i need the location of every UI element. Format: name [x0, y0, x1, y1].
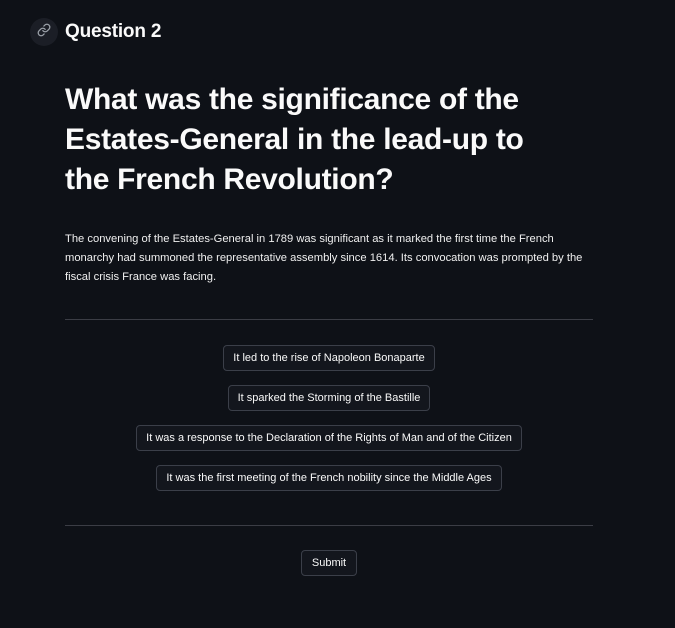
link-icon: [37, 23, 51, 42]
answer-option-button[interactable]: It led to the rise of Napoleon Bonaparte: [223, 345, 435, 371]
question-content: What was the significance of the Estates…: [65, 80, 593, 287]
submit-button[interactable]: Submit: [300, 550, 358, 576]
question-context: The convening of the Estates-General in …: [65, 233, 583, 283]
submit-container: Submit: [65, 550, 593, 576]
answer-option-button[interactable]: It sparked the Storming of the Bastille: [227, 385, 431, 411]
question-header: Question 2: [30, 17, 161, 47]
bottom-divider: [65, 525, 593, 526]
quiz-page: Question 2 What was the significance of …: [0, 0, 675, 628]
anchor-link-button[interactable]: [30, 18, 58, 46]
question-text: What was the significance of the Estates…: [65, 83, 524, 196]
top-divider: [65, 319, 593, 320]
answer-options: It led to the rise of Napoleon Bonaparte…: [65, 345, 593, 491]
answer-option-button[interactable]: It was the first meeting of the French n…: [156, 465, 502, 491]
question-number-title: Question 2: [65, 21, 162, 42]
answer-option-button[interactable]: It was a response to the Declaration of …: [136, 425, 522, 451]
